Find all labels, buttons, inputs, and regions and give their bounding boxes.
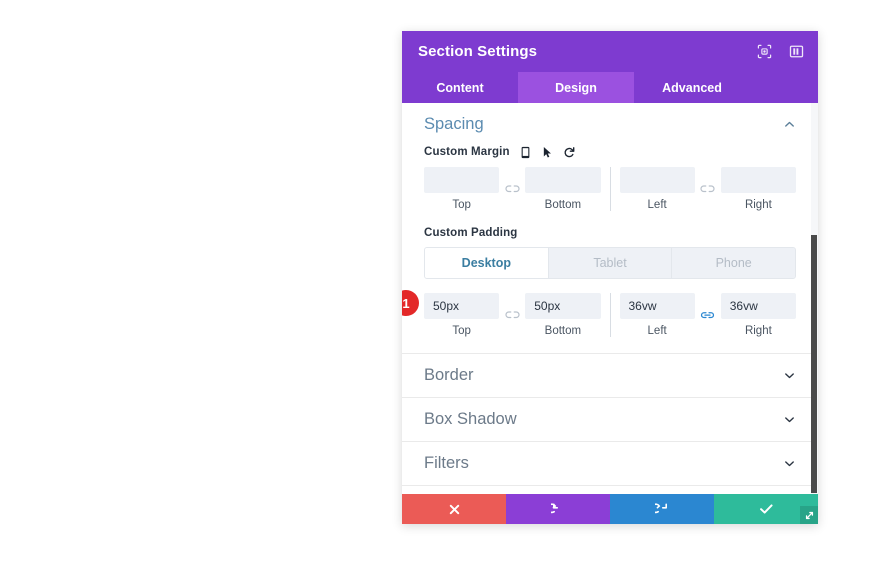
panel-scroll-area: Spacing Custom Margin Top Bottom Left Ri… <box>402 103 818 494</box>
section-filters-title: Filters <box>424 454 469 472</box>
margin-left-input[interactable] <box>619 167 695 193</box>
device-tab-tablet[interactable]: Tablet <box>548 248 673 278</box>
custom-padding-label: Custom Padding <box>424 227 518 239</box>
panel-footer-actions <box>402 494 818 524</box>
margin-right-input[interactable] <box>720 167 796 193</box>
section-spacing-content: Custom Margin Top Bottom Left Right Cust… <box>402 145 818 353</box>
margin-left-caption: Left <box>647 199 667 211</box>
padding-bottom-caption: Bottom <box>544 325 582 337</box>
tab-content[interactable]: Content <box>402 72 518 103</box>
margin-bottom-input[interactable] <box>525 167 601 193</box>
padding-left-right-pair: Left <box>619 293 796 337</box>
padding-top-field: Top <box>424 293 500 337</box>
undo-button[interactable] <box>506 494 610 524</box>
section-settings-panel: Section Settings Content Design Advanced… <box>402 31 818 524</box>
section-box-shadow-header[interactable]: Box Shadow <box>402 398 818 441</box>
margin-top-input[interactable] <box>424 167 500 193</box>
chevron-up-icon[interactable] <box>782 117 796 131</box>
device-preview-tabs: Desktop Tablet Phone <box>424 247 796 279</box>
custom-padding-fields: 1 Top <box>402 290 796 337</box>
undo-icon <box>551 502 565 516</box>
section-spacing-header[interactable]: Spacing <box>402 103 818 145</box>
padding-top-bottom-unlink-icon[interactable] <box>499 302 525 328</box>
margin-bottom-caption: Bottom <box>544 199 582 211</box>
redo-icon <box>655 502 669 516</box>
margin-right-field: Right <box>720 167 796 211</box>
custom-padding-label-row: Custom Padding <box>424 227 796 239</box>
section-box-shadow: Box Shadow <box>402 398 818 442</box>
padding-group-divider <box>609 293 611 337</box>
chevron-down-icon[interactable] <box>782 369 796 383</box>
padding-right-input[interactable] <box>720 293 796 319</box>
cancel-button[interactable] <box>402 494 506 524</box>
chevron-down-icon[interactable] <box>782 413 796 427</box>
margin-top-field: Top <box>424 167 500 211</box>
margin-right-caption: Right <box>744 199 772 211</box>
panel-header-icons <box>756 44 804 60</box>
section-box-shadow-title: Box Shadow <box>424 410 517 428</box>
chevron-down-icon[interactable] <box>782 457 796 471</box>
check-icon <box>759 502 774 516</box>
panel-header: Section Settings <box>402 31 818 72</box>
annotation-badge-1: 1 <box>402 290 419 316</box>
device-tab-phone[interactable]: Phone <box>672 248 795 278</box>
section-border-header[interactable]: Border <box>402 354 818 397</box>
section-filters: Filters <box>402 442 818 486</box>
custom-margin-group: Custom Margin Top Bottom Left Right <box>424 145 796 211</box>
margin-top-bottom-unlink-icon[interactable] <box>499 176 525 202</box>
tab-design[interactable]: Design <box>518 72 634 103</box>
section-spacing: Spacing Custom Margin Top Bottom Left Ri… <box>402 103 818 354</box>
custom-margin-label: Custom Margin <box>424 146 510 158</box>
section-animation-header[interactable]: Animation <box>402 486 818 494</box>
padding-left-field: Left <box>619 293 695 337</box>
padding-top-bottom-pair: Top Bottom <box>424 293 601 337</box>
padding-right-field: Right <box>720 293 796 337</box>
panel-tab-bar: Content Design Advanced <box>402 72 818 103</box>
padding-left-right-link-icon[interactable] <box>695 302 721 328</box>
redo-button[interactable] <box>610 494 714 524</box>
custom-margin-fields: Top Bottom Left Right <box>424 167 796 211</box>
section-border-title: Border <box>424 366 474 384</box>
margin-left-right-unlink-icon[interactable] <box>695 176 721 202</box>
custom-margin-label-row: Custom Margin <box>424 145 796 159</box>
margin-left-field: Left <box>619 167 695 211</box>
panel-scrollbar-track[interactable] <box>811 103 818 494</box>
margin-bottom-field: Bottom <box>525 167 601 211</box>
section-animation: Animation <box>402 486 818 494</box>
padding-bottom-input[interactable] <box>525 293 601 319</box>
padding-left-input[interactable] <box>619 293 695 319</box>
focus-target-icon[interactable] <box>756 44 772 60</box>
section-spacing-title: Spacing <box>424 114 484 133</box>
margin-top-caption: Top <box>452 199 471 211</box>
panel-layout-icon[interactable] <box>788 44 804 60</box>
section-filters-header[interactable]: Filters <box>402 442 818 485</box>
section-border: Border <box>402 354 818 398</box>
padding-bottom-field: Bottom <box>525 293 601 337</box>
resize-grip-icon[interactable] <box>800 506 818 524</box>
margin-group-divider <box>609 167 611 211</box>
close-icon <box>448 503 461 516</box>
panel-title: Section Settings <box>418 43 538 60</box>
padding-left-caption: Left <box>647 325 667 337</box>
padding-right-caption: Right <box>744 325 772 337</box>
padding-top-caption: Top <box>452 325 471 337</box>
margin-top-bottom-pair: Top Bottom <box>424 167 601 211</box>
cursor-icon[interactable] <box>541 145 554 159</box>
tab-advanced[interactable]: Advanced <box>634 72 750 103</box>
margin-left-right-pair: Left Right <box>619 167 796 211</box>
custom-padding-group: Custom Padding Desktop Tablet Phone 1 50… <box>402 227 796 337</box>
device-tab-desktop[interactable]: Desktop <box>425 248 549 278</box>
panel-body: Spacing Custom Margin Top Bottom Left Ri… <box>402 103 818 494</box>
mobile-icon[interactable] <box>519 145 532 159</box>
padding-top-input[interactable] <box>424 293 500 319</box>
panel-scrollbar-thumb[interactable] <box>811 235 817 493</box>
reset-icon[interactable] <box>563 145 576 159</box>
